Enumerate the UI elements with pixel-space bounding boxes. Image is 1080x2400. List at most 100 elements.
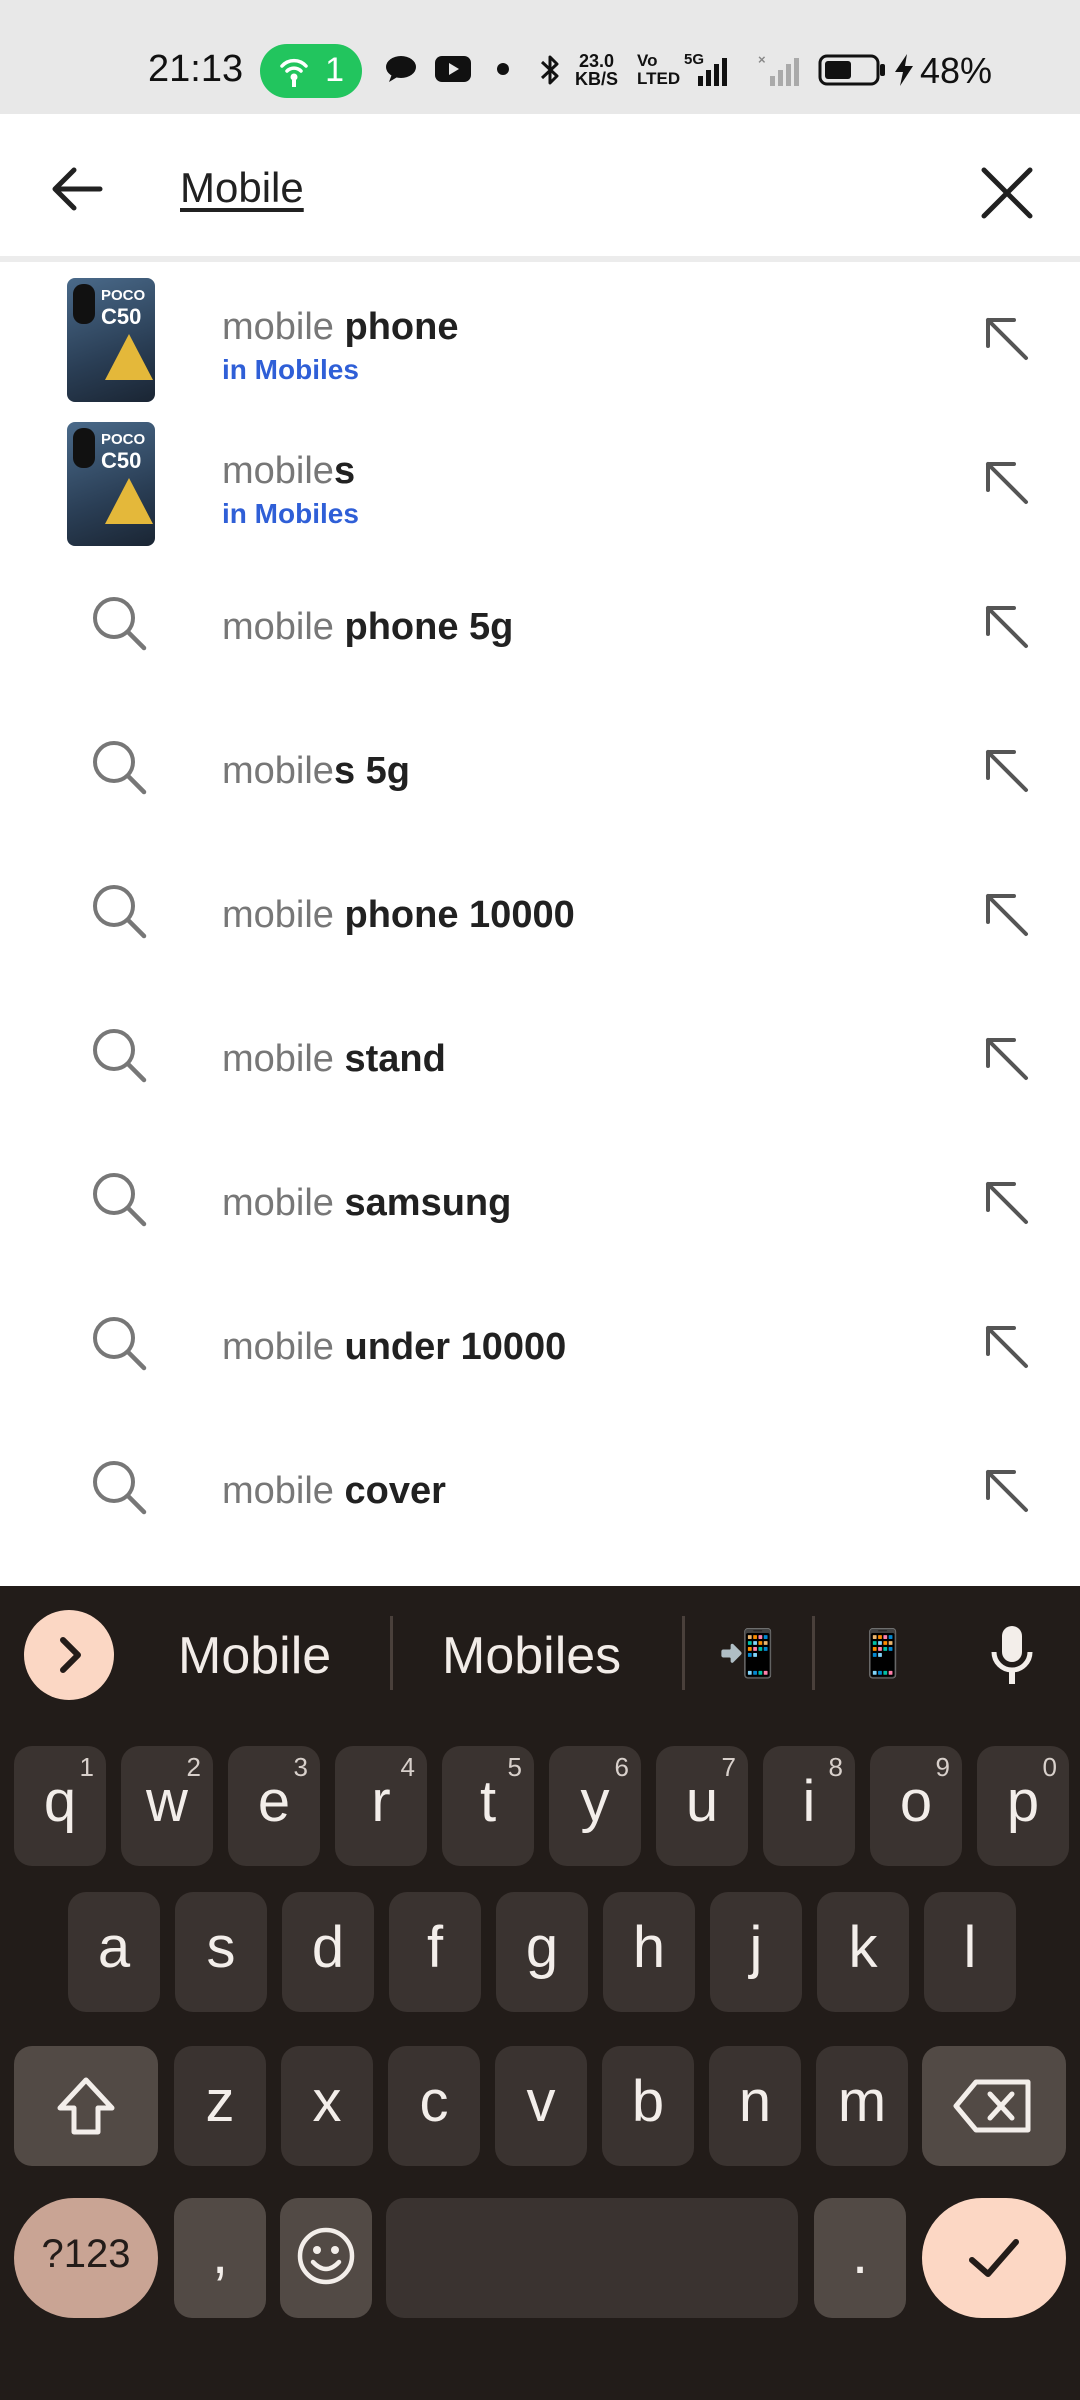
key-label: g	[525, 1915, 559, 1980]
suggestion-prefix: mobile	[222, 750, 334, 792]
suggestion-completion: under 10000	[333, 1326, 567, 1368]
suggestion-row[interactable]: mobile under 10000	[0, 1276, 1080, 1420]
notification-dot-icon	[497, 63, 509, 75]
key-q[interactable]: q1	[14, 1746, 106, 1866]
fill-query-arrow-icon[interactable]	[980, 312, 1032, 364]
suggestion-category[interactable]: in Mobiles	[222, 354, 359, 386]
backspace-key[interactable]	[922, 2046, 1066, 2166]
key-u[interactable]: u7	[656, 1746, 748, 1866]
key-b[interactable]: b	[602, 2046, 694, 2166]
key-t[interactable]: t5	[442, 1746, 534, 1866]
key-e[interactable]: e3	[228, 1746, 320, 1866]
network-speed-value: 23.0	[578, 51, 615, 71]
network-type-label: 5G	[684, 51, 704, 68]
key-label: v	[526, 2069, 556, 2134]
key-label: u	[685, 1769, 719, 1834]
suggestion-text: mobile under 10000	[222, 1326, 566, 1369]
suggestion-text: mobile phone 5g	[222, 606, 513, 649]
key-label: r	[371, 1769, 391, 1834]
suggestion-text: mobile phone 10000	[222, 894, 575, 937]
suggestion-prefix: mobile	[222, 306, 334, 348]
key-label: ?123	[41, 2232, 131, 2276]
symbols-key[interactable]: ?123	[14, 2198, 158, 2318]
suggestion-completion: s	[333, 450, 356, 492]
key-k[interactable]: k	[817, 1892, 909, 2012]
suggestion-row[interactable]: POCO C50 mobile phone in Mobiles	[0, 268, 1080, 412]
chat-icon	[386, 56, 416, 82]
fill-query-arrow-icon[interactable]	[980, 456, 1032, 508]
key-c[interactable]: c	[388, 2046, 480, 2166]
suggestion-row[interactable]: POCO C50 mobiles in Mobiles	[0, 412, 1080, 556]
back-button[interactable]	[40, 154, 130, 224]
suggestion-row[interactable]: mobile phone 5g	[0, 556, 1080, 700]
key-label: o	[899, 1769, 933, 1834]
volte-bottom: LTED	[637, 69, 681, 88]
key-f[interactable]: f	[389, 1892, 481, 2012]
key-z[interactable]: z	[174, 2046, 266, 2166]
key-hint: 4	[400, 1752, 415, 1782]
signal-no-service-icon: ×	[758, 52, 799, 86]
search-icon	[93, 1461, 147, 1515]
key-label: n	[738, 2069, 772, 2134]
enter-key[interactable]	[922, 2198, 1066, 2318]
comma-key[interactable]: ,	[174, 2198, 266, 2318]
fill-query-arrow-icon[interactable]	[980, 1176, 1032, 1228]
suggestion-prefix: mobile	[222, 1470, 334, 1512]
voice-input-button[interactable]	[982, 1622, 1042, 1688]
key-d[interactable]: d	[282, 1892, 374, 2012]
emoji-key[interactable]	[280, 2198, 372, 2318]
fill-query-arrow-icon[interactable]	[980, 600, 1032, 652]
key-label: k	[848, 1915, 878, 1980]
search-icon	[93, 597, 147, 651]
key-j[interactable]: j	[710, 1892, 802, 2012]
battery-percent: 48%	[920, 50, 993, 91]
fill-query-arrow-icon[interactable]	[980, 744, 1032, 796]
key-label: a	[97, 1915, 131, 1980]
key-r[interactable]: r4	[335, 1746, 427, 1866]
key-hint: 1	[79, 1752, 94, 1782]
period-key[interactable]: .	[814, 2198, 906, 2318]
suggestion-row[interactable]: mobile samsung	[0, 1132, 1080, 1276]
key-l[interactable]: l	[924, 1892, 1016, 2012]
search-input[interactable]: Mobile	[180, 164, 304, 212]
key-o[interactable]: o9	[870, 1746, 962, 1866]
key-label: ,	[211, 2221, 229, 2286]
suggestion-completion: stand	[333, 1038, 446, 1080]
key-h[interactable]: h	[603, 1892, 695, 2012]
emoji-suggestion-2[interactable]: 📱	[854, 1626, 911, 1681]
key-n[interactable]: n	[709, 2046, 801, 2166]
keyboard-expand-button[interactable]	[24, 1610, 114, 1700]
key-a[interactable]: a	[68, 1892, 160, 2012]
key-g[interactable]: g	[496, 1892, 588, 2012]
space-key[interactable]	[386, 2198, 798, 2318]
key-s[interactable]: s	[175, 1892, 267, 2012]
key-i[interactable]: i8	[763, 1746, 855, 1866]
suggestion-prefix: mobile	[222, 1038, 334, 1080]
search-icon	[93, 885, 147, 939]
suggestion-category[interactable]: in Mobiles	[222, 498, 359, 530]
thumbnail-model: C50	[101, 448, 142, 473]
fill-query-arrow-icon[interactable]	[980, 888, 1032, 940]
fill-query-arrow-icon[interactable]	[980, 1464, 1032, 1516]
key-m[interactable]: m	[816, 2046, 908, 2166]
fill-query-arrow-icon[interactable]	[980, 1032, 1032, 1084]
chevron-right-icon	[60, 1637, 81, 1673]
key-y[interactable]: y6	[549, 1746, 641, 1866]
keyboard-suggestion-2[interactable]: Mobiles	[442, 1626, 621, 1686]
key-label: c	[419, 2069, 449, 2134]
suggestion-row[interactable]: mobile stand	[0, 988, 1080, 1132]
fill-query-arrow-icon[interactable]	[980, 1320, 1032, 1372]
suggestion-row[interactable]: mobiles 5g	[0, 700, 1080, 844]
key-label: j	[749, 1915, 763, 1980]
key-w[interactable]: w2	[121, 1746, 213, 1866]
suggestion-row[interactable]: mobile cover	[0, 1420, 1080, 1564]
key-p[interactable]: p0	[977, 1746, 1069, 1866]
emoji-suggestion-1[interactable]: 📲	[718, 1626, 775, 1681]
clear-search-button[interactable]	[968, 154, 1048, 234]
key-v[interactable]: v	[495, 2046, 587, 2166]
suggestion-completion: phone 10000	[333, 894, 575, 936]
keyboard-suggestion-1[interactable]: Mobile	[178, 1626, 331, 1686]
shift-key[interactable]	[14, 2046, 158, 2166]
key-x[interactable]: x	[281, 2046, 373, 2166]
suggestion-row[interactable]: mobile phone 10000	[0, 844, 1080, 988]
